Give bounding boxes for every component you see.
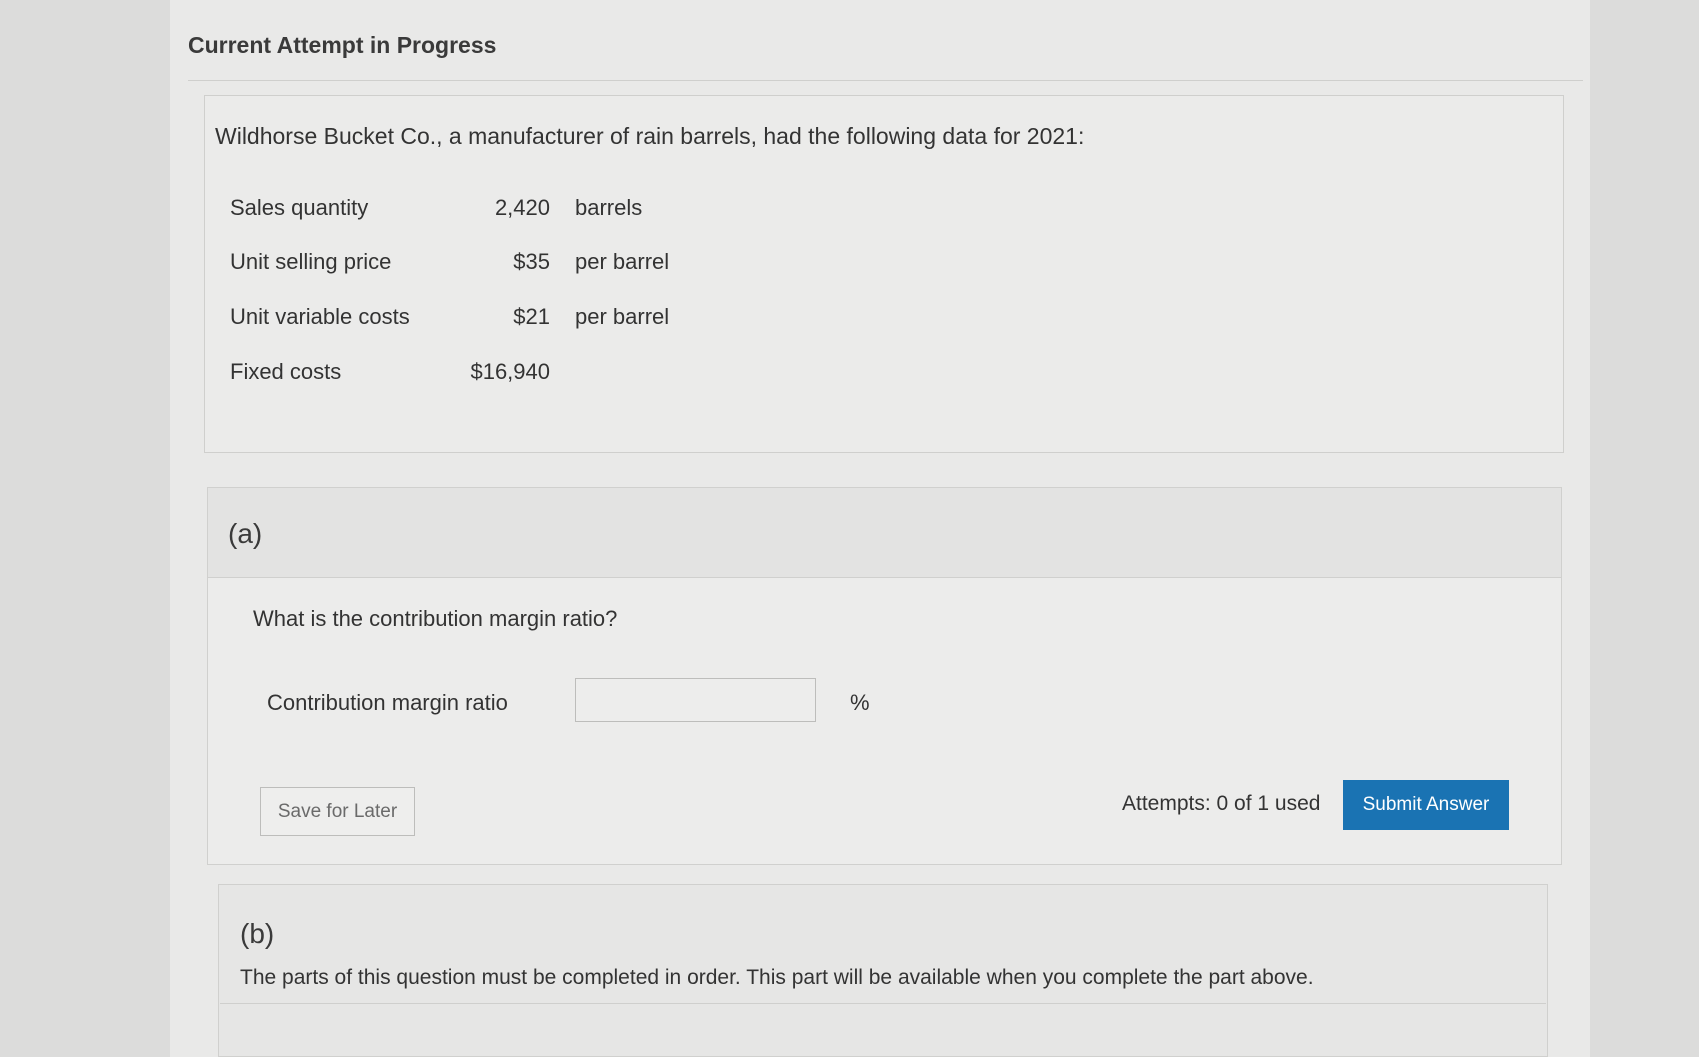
- contribution-margin-input[interactable]: [575, 678, 816, 722]
- data-row-sales-quantity: Sales quantity 2,420 barrels: [230, 195, 710, 225]
- title-divider: [188, 80, 1583, 81]
- data-row-unit-selling-price: Unit selling price $35 per barrel: [230, 249, 710, 279]
- percent-unit: %: [850, 690, 870, 715]
- data-label: Unit selling price: [230, 249, 392, 274]
- data-label: Fixed costs: [230, 359, 342, 384]
- problem-intro: Wildhorse Bucket Co., a manufacturer of …: [215, 123, 1085, 149]
- data-row-fixed-costs: Fixed costs $16,940: [230, 359, 710, 389]
- attempts-counter: Attempts: 0 of 1 used: [1122, 792, 1321, 815]
- data-value: $21: [513, 304, 550, 329]
- data-label: Unit variable costs: [230, 304, 410, 329]
- data-unit: barrels: [575, 195, 643, 220]
- contribution-margin-label: Contribution margin ratio: [267, 690, 508, 715]
- data-unit: per barrel: [575, 304, 670, 329]
- part-a-label: (a): [228, 518, 263, 549]
- part-b-message: The parts of this question must be compl…: [240, 966, 1314, 989]
- data-unit: per barrel: [575, 249, 670, 274]
- data-value: $35: [513, 249, 550, 274]
- part-b-label: (b): [240, 918, 275, 949]
- data-value: $16,940: [470, 359, 550, 384]
- part-a-header: [208, 488, 1561, 578]
- page-title: Current Attempt in Progress: [188, 32, 497, 58]
- question-text: What is the contribution margin ratio?: [253, 606, 618, 631]
- data-row-unit-variable-costs: Unit variable costs $21 per barrel: [230, 304, 710, 334]
- save-for-later-button[interactable]: Save for Later: [260, 787, 415, 836]
- part-b-divider: [220, 1003, 1546, 1004]
- data-label: Sales quantity: [230, 195, 369, 220]
- data-value: 2,420: [494, 195, 550, 220]
- submit-answer-button[interactable]: Submit Answer: [1343, 780, 1509, 830]
